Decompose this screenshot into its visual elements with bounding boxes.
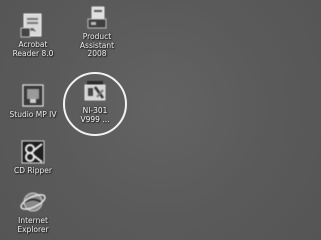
desktop-icon-internet-explorer[interactable]: Internet Explorer (2, 188, 64, 234)
desktop: Acrobat Reader 8.0 Studio MP IV CD Rippe… (0, 0, 321, 240)
desktop-icon-label: NI-301 V999 ... (80, 106, 110, 124)
desktop-icon-cd-ripper[interactable]: CD Ripper (2, 138, 64, 176)
studio-mp-icon (22, 84, 44, 107)
cd-ripper-icon (21, 140, 45, 164)
product-assistant-icon (87, 6, 107, 29)
desktop-icon-product-assistant[interactable]: Product Assistant 2008 (66, 4, 128, 59)
desktop-icon-acrobat-reader[interactable]: Acrobat Reader 8.0 (2, 12, 64, 58)
desktop-icon-selected-app[interactable]: NI-301 V999 ... (64, 78, 126, 124)
acrobat-reader-icon (20, 13, 42, 38)
internet-explorer-icon (20, 192, 46, 212)
desktop-icon-label: Product Assistant 2008 (79, 32, 115, 58)
setup-package-icon (84, 81, 106, 101)
desktop-icon-label: Internet Explorer (17, 216, 49, 234)
desktop-icon-studio-mp[interactable]: Studio MP IV (2, 82, 64, 120)
desktop-icon-label: Studio MP IV (9, 110, 57, 119)
desktop-icon-label: CD Ripper (14, 166, 52, 175)
desktop-icon-label: Acrobat Reader 8.0 (12, 40, 54, 58)
